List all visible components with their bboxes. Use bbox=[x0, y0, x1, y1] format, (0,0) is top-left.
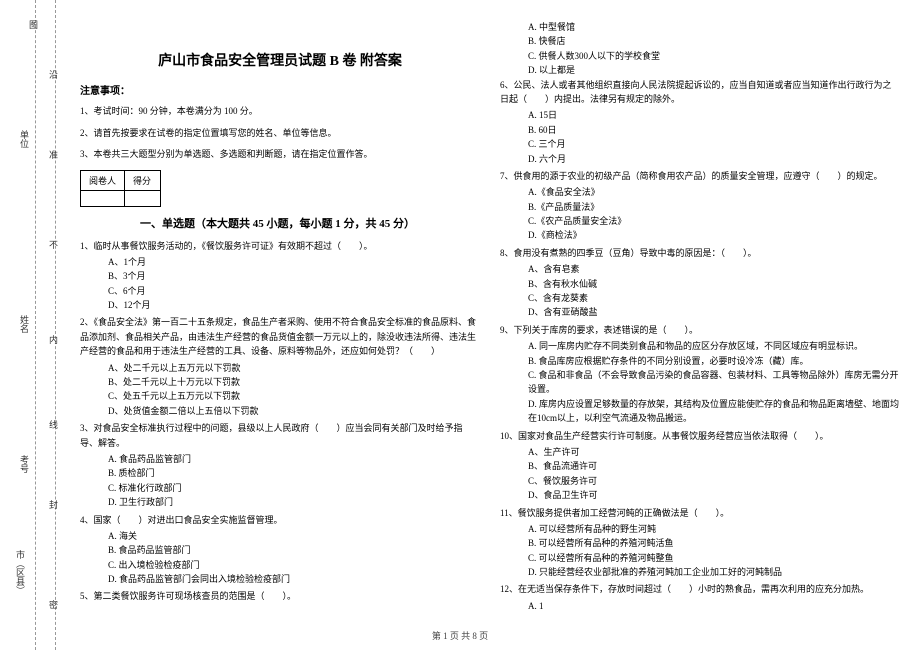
vlabel-4: 不 bbox=[47, 240, 60, 249]
option: D.《商检法》 bbox=[500, 228, 900, 242]
option: D. 卫生行政部门 bbox=[80, 495, 480, 509]
option: D. 六个月 bbox=[500, 152, 900, 166]
vlabel-11: 密 bbox=[47, 600, 60, 609]
question-8: 8、食用没有煮熟的四季豆（豆角）导致中毒的原因是：（ ）。 bbox=[500, 246, 900, 260]
option: A、生产许可 bbox=[500, 445, 900, 459]
option: A、处二千元以上五万元以下罚款 bbox=[80, 361, 480, 375]
option: B、处二千元以上十万元以下罚款 bbox=[80, 375, 480, 389]
option: A. 1 bbox=[500, 599, 900, 613]
vlabel-5: 姓名 bbox=[18, 315, 31, 333]
section1-header: 一、单选题（本大题共 45 小题，每小题 1 分，共 45 分） bbox=[140, 215, 480, 231]
notice-3: 3、本卷共三大题型分别为单选题、多选题和判断题，请在指定位置作答。 bbox=[80, 148, 480, 162]
option: A. 同一库房内贮存不同类别食品和物品的应区分存放区域，不同区域应有明显标识。 bbox=[500, 339, 900, 353]
vlabel-10: 市（区县） bbox=[14, 550, 27, 595]
option: A. 中型餐馆 bbox=[500, 20, 900, 34]
vlabel-0: 图 bbox=[27, 20, 40, 29]
question-3: 3、对食品安全标准执行过程中的问题，县级以上人民政府（ ）应当会同有关部门及时给… bbox=[80, 421, 480, 450]
option: A. 可以经营所有品种的野生河鲀 bbox=[500, 522, 900, 536]
question-6: 6、公民、法人或者其他组织直接向人民法院提起诉讼的，应当自知道或者应当知道作出行… bbox=[500, 78, 900, 107]
option: D、食品卫生许可 bbox=[500, 488, 900, 502]
option: C. 标准化行政部门 bbox=[80, 481, 480, 495]
vlabel-3: 准 bbox=[47, 150, 60, 159]
binding-dashed-line-1 bbox=[35, 0, 36, 650]
option: C、含有龙葵素 bbox=[500, 291, 900, 305]
binding-dashed-line-2 bbox=[55, 0, 56, 650]
option: A. 15日 bbox=[500, 108, 900, 122]
option: D. 只能经营经农业部批准的养殖河鲀加工企业加工好的河鲀制品 bbox=[500, 565, 900, 579]
vlabel-2: 单位 bbox=[18, 130, 31, 148]
question-12: 12、在无适当保存条件下，存放时间超过（ ）小时的熟食品，需再次利用的应充分加热… bbox=[500, 582, 900, 596]
option: B. 60日 bbox=[500, 123, 900, 137]
right-column: A. 中型餐馆B. 快餐店C. 供餐人数300人以下的学校食堂D. 以上都是6、… bbox=[500, 20, 900, 616]
option: C. 供餐人数300人以下的学校食堂 bbox=[500, 49, 900, 63]
score-h1: 阅卷人 bbox=[81, 170, 125, 190]
option: C. 食品和非食品（不会导致食品污染的食品容器、包装材料、工具等物品除外）库房无… bbox=[500, 368, 900, 397]
question-9: 9、下列关于库房的要求，表述错误的是（ ）。 bbox=[500, 323, 900, 337]
left-column: 庐山市食品安全管理员试题 B 卷 附答案 注意事项： 1、考试时间：90 分钟，… bbox=[80, 20, 480, 616]
option: B. 可以经营所有品种的养殖河鲀活鱼 bbox=[500, 536, 900, 550]
option: A、含有皂素 bbox=[500, 262, 900, 276]
option: B. 食品库房应根据贮存条件的不同分别设置，必要时设冷冻（藏）库。 bbox=[500, 354, 900, 368]
option: A、1个月 bbox=[80, 255, 480, 269]
score-blank2 bbox=[125, 190, 161, 206]
option: D、处货值金额二倍以上五倍以下罚款 bbox=[80, 404, 480, 418]
option: A. 食品药品监管部门 bbox=[80, 452, 480, 466]
option: C. 出入境检验检疫部门 bbox=[80, 558, 480, 572]
option: B.《产品质量法》 bbox=[500, 200, 900, 214]
main-content: 庐山市食品安全管理员试题 B 卷 附答案 注意事项： 1、考试时间：90 分钟，… bbox=[80, 20, 900, 616]
left-questions: 1、临时从事餐饮服务活动的，《餐饮服务许可证》有效期不超过（ ）。A、1个月B、… bbox=[80, 239, 480, 609]
option: C、处五千元以上五万元以下罚款 bbox=[80, 389, 480, 403]
vlabel-9: 封 bbox=[47, 500, 60, 509]
question-10: 10、国家对食品生产经营实行许可制度。从事餐饮服务经营应当依法取得（ ）。 bbox=[500, 429, 900, 443]
question-2: 2、《食品安全法》第一百二十五条规定，食品生产者采购、使用不符合食品安全标准的食… bbox=[80, 315, 480, 358]
notice-2: 2、请首先按要求在试卷的指定位置填写您的姓名、单位等信息。 bbox=[80, 127, 480, 141]
page-footer: 第 1 页 共 8 页 bbox=[0, 629, 920, 642]
option: D、12个月 bbox=[80, 298, 480, 312]
exam-title: 庐山市食品安全管理员试题 B 卷 附答案 bbox=[80, 50, 480, 70]
notice-header: 注意事项： bbox=[80, 82, 480, 97]
score-h2: 得分 bbox=[125, 170, 161, 190]
question-5: 5、第二类餐饮服务许可现场核查员的范围是（ ）。 bbox=[80, 589, 480, 603]
option: B、食品流通许可 bbox=[500, 459, 900, 473]
question-11: 11、餐饮服务提供者加工经营河鲀的正确做法是（ ）。 bbox=[500, 506, 900, 520]
option: C.《农产品质量安全法》 bbox=[500, 214, 900, 228]
option: D. 食品药品监管部门会同出入境检验检疫部门 bbox=[80, 572, 480, 586]
binding-margin: 图 沿 单位 准 不 姓名 内 线 考号 封 市（区县） 密 bbox=[0, 0, 70, 650]
option: A.《食品安全法》 bbox=[500, 185, 900, 199]
option: B、含有秋水仙碱 bbox=[500, 277, 900, 291]
option: B. 食品药品监管部门 bbox=[80, 543, 480, 557]
question-4: 4、国家（ ）对进出口食品安全实施监督管理。 bbox=[80, 513, 480, 527]
option: C、餐饮服务许可 bbox=[500, 474, 900, 488]
vlabel-7: 线 bbox=[47, 420, 60, 429]
option: B. 快餐店 bbox=[500, 34, 900, 48]
vlabel-8: 考号 bbox=[18, 455, 31, 473]
option: A. 海关 bbox=[80, 529, 480, 543]
vlabel-6: 内 bbox=[47, 335, 60, 344]
score-table: 阅卷人 得分 bbox=[80, 170, 161, 207]
option: D. 以上都是 bbox=[500, 63, 900, 77]
option: C. 三个月 bbox=[500, 137, 900, 151]
option: B. 质检部门 bbox=[80, 466, 480, 480]
option: D. 库房内应设置足够数量的存放架，其结构及位置应能使贮存的食品和物品距离墙壁、… bbox=[500, 397, 900, 426]
option: C、6个月 bbox=[80, 284, 480, 298]
option: C. 可以经营所有品种的养殖河鲀整鱼 bbox=[500, 551, 900, 565]
right-questions: A. 中型餐馆B. 快餐店C. 供餐人数300人以下的学校食堂D. 以上都是6、… bbox=[500, 20, 900, 616]
option: B、3个月 bbox=[80, 269, 480, 283]
question-1: 1、临时从事餐饮服务活动的，《餐饮服务许可证》有效期不超过（ ）。 bbox=[80, 239, 480, 253]
notice-1: 1、考试时间：90 分钟，本卷满分为 100 分。 bbox=[80, 105, 480, 119]
question-7: 7、供食用的源于农业的初级产品（简称食用农产品）的质量安全管理，应遵守（ ）的规… bbox=[500, 169, 900, 183]
vlabel-1: 沿 bbox=[47, 70, 60, 79]
option: D、含有亚硝酸盐 bbox=[500, 305, 900, 319]
score-blank1 bbox=[81, 190, 125, 206]
